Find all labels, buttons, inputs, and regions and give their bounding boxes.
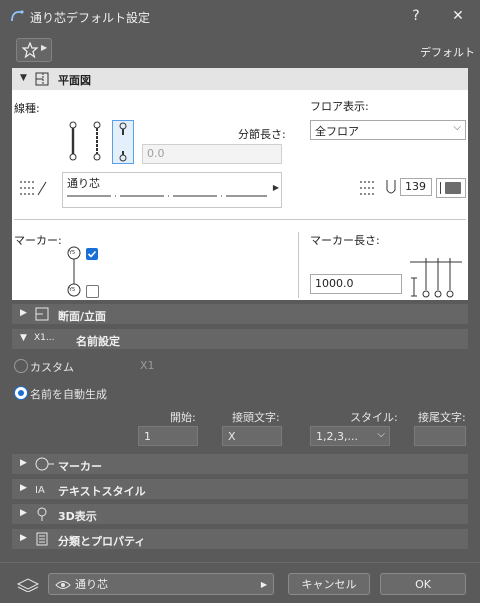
section-icon — [35, 307, 49, 321]
style-select[interactable]: 1,2,3,... ⌵ — [310, 426, 390, 446]
marker-section-header[interactable]: ▶ マーカー — [12, 454, 468, 474]
properties-section-header[interactable]: ▶ 分類とプロパティ — [12, 529, 468, 549]
grid-tool-icon — [11, 10, 24, 22]
chevron-right-icon: ▶ — [260, 580, 267, 589]
custom-value[interactable]: X1 — [140, 359, 155, 372]
svg-text:IA: IA — [35, 485, 45, 496]
naming-header[interactable]: ▼ X1... 名前設定 — [12, 329, 468, 349]
floor-display-value: 全フロア — [315, 125, 359, 138]
text-style-icon: IA — [35, 485, 45, 496]
chevron-right-icon: ▶ — [20, 458, 27, 468]
text-style-section-label: テキストスタイル — [58, 485, 146, 498]
chevron-right-icon: ▶ — [20, 508, 27, 518]
eye-icon — [55, 581, 71, 589]
footer-divider — [0, 562, 480, 563]
style-label: スタイル: — [350, 411, 398, 424]
line-type-option-full[interactable] — [64, 120, 82, 162]
auto-radio[interactable] — [14, 386, 28, 400]
pen-weight-icon — [386, 180, 396, 194]
divider — [14, 219, 466, 220]
line-style-preview — [67, 195, 267, 197]
chevron-right-icon: ▶ — [20, 533, 27, 543]
line-style-selector[interactable]: 通り芯 ▶ — [62, 172, 282, 208]
radio-dot — [18, 390, 24, 396]
marker-length-input[interactable]: 1000.0 — [310, 274, 402, 294]
suffix-input[interactable] — [414, 426, 466, 446]
chevron-down-icon: ▼ — [20, 333, 27, 343]
segment-length-label: 分節長さ: — [238, 128, 286, 141]
segment-length-input[interactable]: 0.0 — [142, 144, 282, 164]
cancel-button[interactable]: キャンセル — [288, 573, 370, 595]
chevron-down-icon: ⌵ — [453, 122, 461, 133]
layer-select[interactable]: 通り芯 ▶ — [48, 573, 274, 595]
marker-length-label: マーカー長さ: — [310, 234, 380, 247]
chevron-right-icon: ▶ — [20, 308, 27, 318]
floor-plan-panel: ▼ 平面図 線種: 分節長さ: 0.0 フロア表示: 全フロア ⌵ 通り芯 ▶ … — [12, 68, 468, 300]
close-button[interactable]: ✕ — [448, 6, 468, 26]
start-label: 開始: — [170, 411, 196, 424]
line-type-option-ends[interactable] — [112, 120, 134, 164]
marker-bottom-checkbox[interactable] — [86, 285, 99, 298]
marker-tag-bottom: Y5 — [69, 287, 76, 293]
floor-plan-title: 平面図 — [58, 74, 91, 87]
pen-color-divider — [440, 182, 441, 194]
section-elevation-header[interactable]: ▶ 断面/立面 — [12, 304, 468, 324]
suffix-label: 接尾文字: — [418, 411, 466, 424]
window-title: 通り芯デフォルト設定 — [30, 11, 151, 25]
floor-display-select[interactable]: 全フロア ⌵ — [310, 120, 466, 140]
floor-plan-header[interactable]: ▼ 平面図 — [12, 68, 468, 90]
preset-label: デフォルト — [420, 46, 475, 59]
line-type-label: 線種: — [14, 102, 40, 115]
prefix-label: 接頭文字: — [232, 411, 280, 424]
chevron-down-icon: ⌵ — [377, 429, 385, 440]
properties-icon — [36, 532, 48, 546]
ok-button[interactable]: OK — [380, 573, 466, 595]
pen-icon — [360, 181, 374, 195]
dialog-window: 通り芯デフォルト設定 ? ✕ ▶ デフォルト ▼ 平面図 線種: 分節長さ: 0… — [0, 0, 480, 603]
style-value: 1,2,3,... — [316, 430, 358, 443]
layer-value: 通り芯 — [75, 578, 108, 591]
start-input[interactable]: 1 — [138, 426, 198, 446]
line-type-option-segmented[interactable] — [88, 120, 106, 162]
marker-tag-top: Y5 — [69, 250, 76, 256]
naming-label: 名前設定 — [76, 335, 120, 348]
line-style-icon — [20, 181, 47, 196]
prefix-input[interactable]: X — [222, 426, 282, 446]
naming-icon: X1... — [34, 333, 55, 343]
marker-label: マーカー: — [14, 234, 62, 247]
pen-color-swatch[interactable] — [436, 178, 466, 198]
marker-icon — [35, 457, 54, 471]
pen-number-input[interactable]: 139 — [400, 178, 432, 196]
star-icon — [22, 42, 38, 58]
check-icon — [87, 250, 97, 258]
section-elevation-label: 断面/立面 — [58, 310, 107, 323]
floor-display-label: フロア表示: — [310, 100, 369, 113]
3d-section-header[interactable]: ▶ 3D表示 — [12, 504, 468, 524]
favorites-button[interactable]: ▶ — [16, 38, 52, 62]
floor-plan-icon — [35, 72, 49, 86]
pen-color-fill — [445, 182, 461, 194]
marker-section-label: マーカー — [58, 460, 102, 473]
chevron-right-icon: ▶ — [272, 183, 279, 192]
chevron-down-icon: ▼ — [20, 73, 27, 83]
line-style-name: 通り芯 — [67, 177, 100, 190]
3d-icon — [37, 507, 47, 521]
text-style-section-header[interactable]: ▶ IA テキストスタイル — [12, 479, 468, 499]
vertical-divider — [298, 232, 299, 298]
auto-label: 名前を自動生成 — [30, 388, 107, 401]
chevron-right-icon: ▶ — [41, 43, 48, 52]
custom-label: カスタム — [30, 361, 74, 374]
marker-length-diagram — [410, 258, 462, 298]
marker-top-checkbox[interactable] — [86, 248, 98, 260]
3d-section-label: 3D表示 — [58, 510, 97, 523]
custom-radio[interactable] — [14, 359, 28, 373]
properties-section-label: 分類とプロパティ — [58, 535, 146, 548]
line-type-ends-icon — [119, 122, 127, 162]
chevron-right-icon: ▶ — [20, 483, 27, 493]
layer-icon — [16, 578, 40, 592]
help-button[interactable]: ? — [406, 6, 426, 26]
title-bar: 通り芯デフォルト設定 ? ✕ — [0, 0, 480, 32]
